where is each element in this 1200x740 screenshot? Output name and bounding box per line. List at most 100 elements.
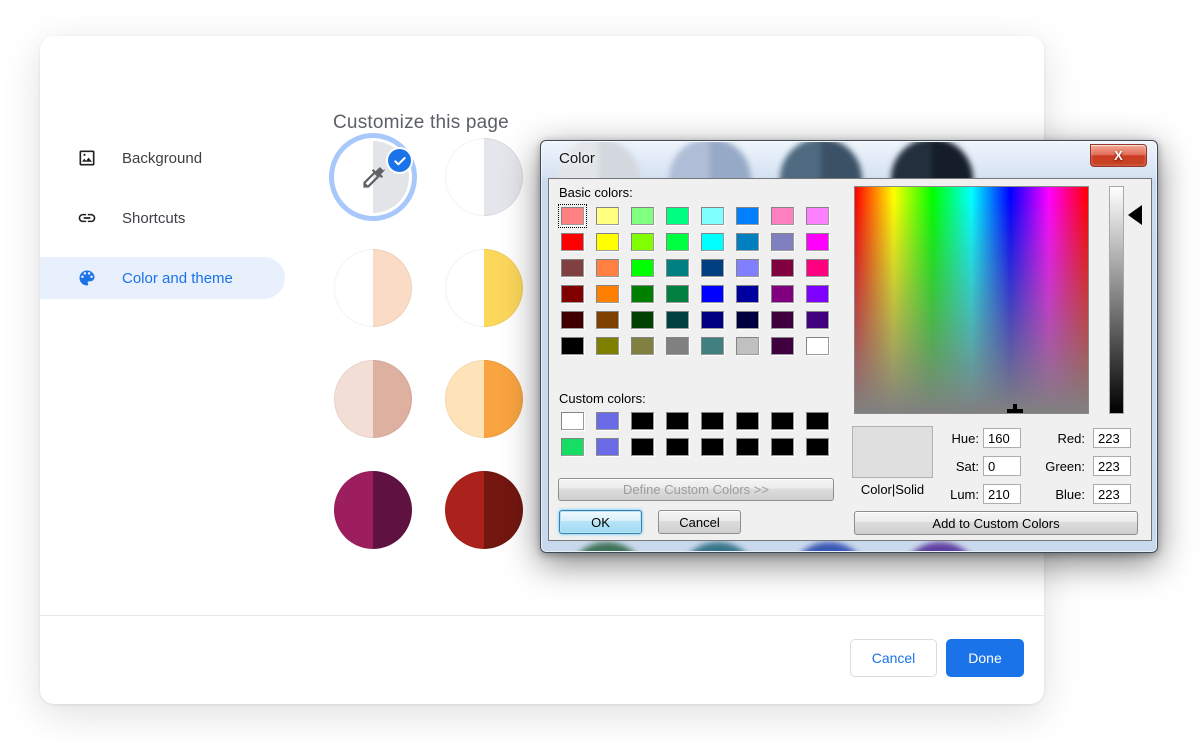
selected-check-badge	[386, 147, 413, 174]
basic-color-swatch[interactable]	[666, 207, 689, 225]
theme-circle-dark-red[interactable]	[445, 471, 523, 549]
dialog-titlebar[interactable]	[542, 142, 1156, 178]
basic-color-swatch[interactable]	[631, 259, 654, 277]
custom-color-swatch[interactable]	[771, 438, 794, 456]
basic-color-swatch[interactable]	[631, 233, 654, 251]
custom-color-swatch[interactable]	[736, 438, 759, 456]
basic-color-swatch[interactable]	[666, 259, 689, 277]
basic-color-swatch[interactable]	[771, 259, 794, 277]
custom-color-swatch[interactable]	[596, 412, 619, 430]
basic-color-swatch[interactable]	[596, 337, 619, 355]
basic-color-swatch[interactable]	[561, 233, 584, 251]
basic-color-swatch[interactable]	[771, 311, 794, 329]
sidebar-item-background[interactable]: Background	[40, 137, 285, 179]
basic-color-swatch[interactable]	[666, 311, 689, 329]
basic-color-swatch[interactable]	[596, 285, 619, 303]
theme-circle-default-gray[interactable]	[445, 138, 523, 216]
dialog-cancel-button[interactable]: Cancel	[658, 510, 741, 534]
hue-saturation-field[interactable]	[854, 186, 1089, 414]
theme-circle-berry[interactable]	[334, 471, 412, 549]
lum-input[interactable]	[983, 484, 1021, 504]
hue-input[interactable]	[983, 428, 1021, 448]
custom-color-swatch[interactable]	[701, 412, 724, 430]
custom-color-swatch[interactable]	[806, 438, 829, 456]
basic-color-swatch[interactable]	[771, 233, 794, 251]
basic-color-swatch[interactable]	[561, 311, 584, 329]
basic-color-swatch[interactable]	[701, 337, 724, 355]
blue-input[interactable]	[1093, 484, 1131, 504]
basic-color-swatch[interactable]	[631, 285, 654, 303]
blurred-theme-circle	[788, 542, 870, 551]
custom-color-swatch[interactable]	[561, 438, 584, 456]
basic-color-swatch[interactable]	[771, 337, 794, 355]
custom-color-swatch[interactable]	[561, 412, 584, 430]
basic-color-swatch[interactable]	[806, 311, 829, 329]
basic-color-swatch[interactable]	[701, 311, 724, 329]
custom-color-swatch[interactable]	[771, 412, 794, 430]
custom-color-swatch[interactable]	[736, 412, 759, 430]
basic-color-swatch[interactable]	[596, 259, 619, 277]
basic-color-swatch[interactable]	[701, 233, 724, 251]
done-button[interactable]: Done	[946, 639, 1024, 677]
basic-color-swatch[interactable]	[561, 207, 584, 225]
basic-color-swatch[interactable]	[736, 259, 759, 277]
theme-circle-rose-tan[interactable]	[334, 360, 412, 438]
basic-color-swatch[interactable]	[666, 337, 689, 355]
ok-button[interactable]: OK	[559, 510, 642, 534]
green-input[interactable]	[1093, 456, 1131, 476]
link-icon	[77, 208, 97, 228]
blurred-theme-circle	[891, 142, 973, 178]
luminance-slider-arrow[interactable]	[1128, 205, 1142, 225]
custom-color-swatch[interactable]	[666, 438, 689, 456]
basic-color-swatch[interactable]	[561, 285, 584, 303]
basic-color-swatch[interactable]	[596, 233, 619, 251]
custom-color-swatch[interactable]	[631, 412, 654, 430]
basic-color-swatch[interactable]	[771, 207, 794, 225]
sidebar-item-color-and-theme[interactable]: Color and theme	[40, 257, 285, 299]
luminance-slider[interactable]	[1109, 186, 1124, 414]
define-custom-colors-button[interactable]: Define Custom Colors >>	[558, 478, 834, 501]
basic-color-swatch[interactable]	[736, 207, 759, 225]
basic-color-swatch[interactable]	[736, 233, 759, 251]
basic-color-swatch[interactable]	[596, 207, 619, 225]
custom-color-swatch[interactable]	[631, 438, 654, 456]
basic-color-swatch[interactable]	[596, 311, 619, 329]
basic-color-swatch[interactable]	[736, 337, 759, 355]
eyedropper-icon	[360, 164, 387, 191]
custom-color-swatch[interactable]	[666, 412, 689, 430]
basic-color-swatch[interactable]	[806, 207, 829, 225]
basic-color-swatch[interactable]	[561, 259, 584, 277]
basic-color-swatch[interactable]	[666, 285, 689, 303]
basic-color-swatch[interactable]	[631, 207, 654, 225]
close-icon[interactable]: X	[1090, 144, 1147, 167]
custom-color-swatch[interactable]	[596, 438, 619, 456]
basic-color-swatch[interactable]	[736, 311, 759, 329]
sidebar-item-shortcuts[interactable]: Shortcuts	[40, 197, 285, 239]
basic-color-swatch[interactable]	[666, 233, 689, 251]
theme-circle-soft-peach[interactable]	[334, 249, 412, 327]
red-input[interactable]	[1093, 428, 1131, 448]
theme-circle-golden-yellow[interactable]	[445, 249, 523, 327]
basic-color-swatch[interactable]	[806, 233, 829, 251]
basic-color-swatch[interactable]	[806, 337, 829, 355]
basic-color-swatch[interactable]	[771, 285, 794, 303]
basic-color-swatch[interactable]	[736, 285, 759, 303]
green-label: Green:	[1041, 459, 1085, 474]
basic-color-swatch[interactable]	[701, 285, 724, 303]
basic-color-swatch[interactable]	[701, 259, 724, 277]
custom-color-swatch[interactable]	[806, 412, 829, 430]
basic-color-swatch[interactable]	[631, 337, 654, 355]
basic-color-swatch[interactable]	[561, 337, 584, 355]
basic-color-swatch[interactable]	[701, 207, 724, 225]
add-to-custom-colors-button[interactable]: Add to Custom Colors	[854, 511, 1138, 535]
theme-circle-orange[interactable]	[445, 360, 523, 438]
basic-color-swatch[interactable]	[806, 285, 829, 303]
basic-color-swatch[interactable]	[806, 259, 829, 277]
footer-divider	[40, 615, 1044, 616]
theme-color-picker[interactable]	[329, 133, 417, 221]
basic-color-swatch[interactable]	[631, 311, 654, 329]
cancel-button[interactable]: Cancel	[850, 639, 937, 677]
custom-color-swatch[interactable]	[701, 438, 724, 456]
sat-input[interactable]	[983, 456, 1021, 476]
page-title: Customize this page	[333, 112, 509, 134]
